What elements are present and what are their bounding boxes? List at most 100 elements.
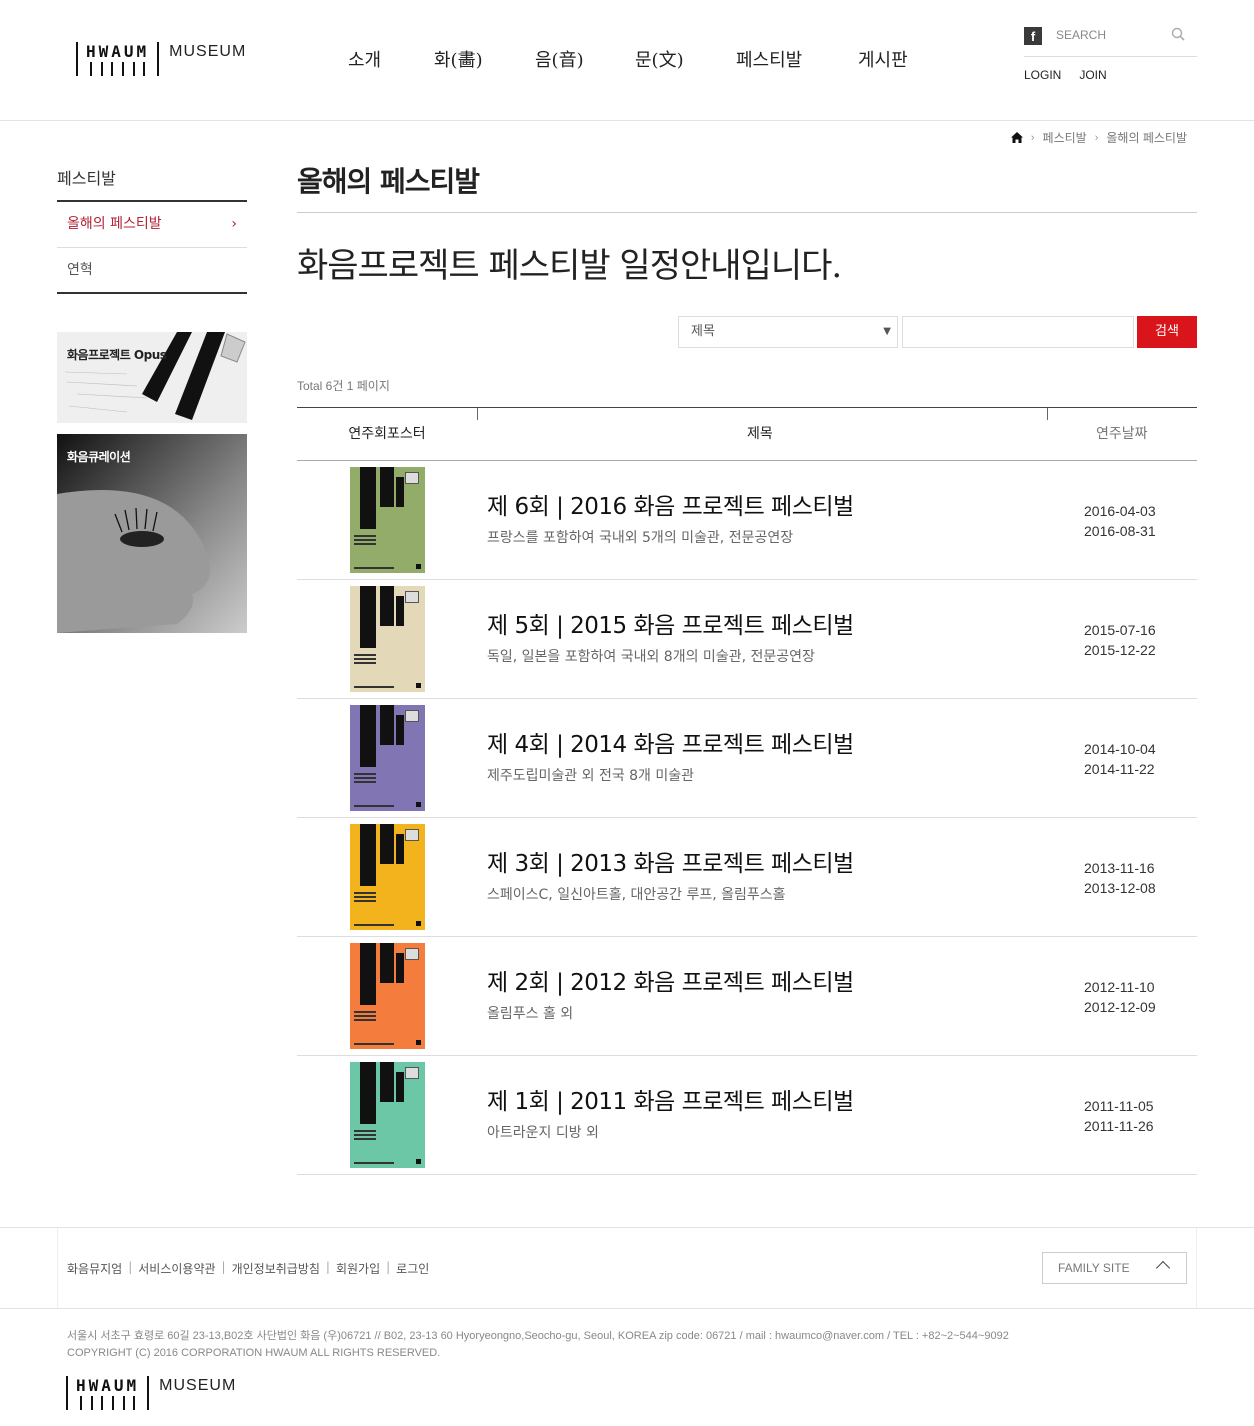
breadcrumb-item[interactable]: 페스티발: [1043, 129, 1087, 146]
page-title: 올해의 페스티발: [297, 165, 480, 198]
festival-poster[interactable]: [350, 824, 425, 930]
footer-link-museum[interactable]: 화음뮤지엄: [67, 1260, 122, 1277]
nav-item-festival[interactable]: 페스티발: [736, 46, 802, 72]
festival-title[interactable]: 제 2회 | 2012 화음 프로젝트 페스티벌: [487, 963, 854, 997]
festival-start-date: 2011-11-05: [1084, 1098, 1154, 1114]
festival-poster[interactable]: [350, 705, 425, 811]
logo-word: HWAUM: [86, 42, 150, 61]
festival-subtitle: 아트라운지 디방 외: [487, 1125, 599, 1141]
chevron-right-icon: ›: [1030, 131, 1035, 144]
sidebar-item-this-year-festival[interactable]: 올해의 페스티발 ›: [57, 202, 247, 247]
chevron-up-icon: [1155, 1260, 1171, 1276]
festival-poster[interactable]: [350, 943, 425, 1049]
festival-end-date: 2012-12-09: [1084, 999, 1156, 1015]
footer-links: 화음뮤지엄 | 서비스이용약관 | 개인정보취급방침 | 회원가입 | 로그인: [67, 1260, 430, 1277]
divider: [297, 212, 1197, 213]
festival-dates: 2011-11-05 2011-11-26: [1084, 1096, 1154, 1136]
site-header: HWAUM MUSEUM 소개 화(畵) 음(音) 문(文) 페스티발 게시판 …: [0, 0, 1254, 121]
festival-list: 제 6회 | 2016 화음 프로젝트 페스티벌프랑스를 포함하여 국내외 5개…: [297, 461, 1197, 1175]
site-logo[interactable]: HWAUM MUSEUM: [76, 42, 246, 78]
table-header: 연주회포스터 제목 연주날짜: [297, 407, 1197, 461]
festival-dates: 2016-04-03 2016-08-31: [1084, 501, 1156, 541]
festival-start-date: 2016-04-03: [1084, 503, 1156, 519]
footer-link-terms[interactable]: 서비스이용약관: [138, 1260, 215, 1277]
festival-title[interactable]: 제 6회 | 2016 화음 프로젝트 페스티벌: [487, 487, 854, 521]
festival-poster[interactable]: [350, 1062, 425, 1168]
footer-address: 서울시 서초구 효령로 60길 23-13,B02호 사단법인 화음 (우)06…: [67, 1330, 1009, 1342]
festival-title[interactable]: 제 5회 | 2015 화음 프로젝트 페스티벌: [487, 606, 854, 640]
festival-start-date: 2013-11-16: [1084, 860, 1155, 876]
breadcrumb: › 페스티발 › 올해의 페스티발: [1010, 129, 1187, 146]
search-button[interactable]: 검색: [1137, 316, 1197, 348]
table-row[interactable]: 제 3회 | 2013 화음 프로젝트 페스티벌스페이스C, 일신아트홀, 대안…: [297, 818, 1197, 937]
table-row[interactable]: 제 1회 | 2011 화음 프로젝트 페스티벌아트라운지 디방 외 2011-1…: [297, 1056, 1197, 1175]
festival-end-date: 2015-12-22: [1084, 642, 1156, 658]
festival-end-date: 2013-12-08: [1084, 880, 1156, 896]
festival-subtitle: 프랑스를 포함하여 국내외 5개의 미술관, 전문공연장: [487, 530, 794, 546]
banner-opus[interactable]: 화음프로젝트 Opus: [57, 332, 247, 423]
footer-logo: HWAUM MUSEUM: [66, 1376, 236, 1412]
festival-subtitle: 올림푸스 홀 외: [487, 1006, 574, 1022]
caret-down-icon: ▼: [883, 326, 891, 337]
festival-subtitle: 스페이스C, 일신아트홀, 대안공간 루프, 올림푸스홀: [487, 887, 786, 903]
logo-museum: MUSEUM: [169, 43, 247, 60]
festival-dates: 2015-07-16 2015-12-22: [1084, 620, 1156, 660]
festival-poster[interactable]: [350, 467, 425, 573]
footer-link-privacy[interactable]: 개인정보취급방침: [232, 1260, 320, 1277]
nav-item-mun[interactable]: 문(文): [635, 46, 684, 72]
nav-item-about[interactable]: 소개: [348, 46, 381, 72]
search-icon[interactable]: [1171, 27, 1185, 41]
footer-link-login[interactable]: 로그인: [396, 1260, 429, 1277]
login-link[interactable]: LOGIN: [1024, 68, 1061, 82]
festival-title[interactable]: 제 4회 | 2014 화음 프로젝트 페스티벌: [487, 725, 854, 759]
home-icon[interactable]: [1010, 132, 1023, 143]
festival-end-date: 2014-11-22: [1084, 761, 1155, 777]
search-keyword-input[interactable]: [902, 316, 1134, 348]
banner-curation-label: 화음큐레이션: [67, 450, 131, 464]
table-row[interactable]: 제 6회 | 2016 화음 프로젝트 페스티벌프랑스를 포함하여 국내외 5개…: [297, 461, 1197, 580]
sidebar-menu: 올해의 페스티발 › 연혁: [57, 200, 247, 294]
chevron-right-icon: ›: [231, 216, 237, 232]
column-header-poster: 연주회포스터: [348, 426, 426, 442]
table-row[interactable]: 제 5회 | 2015 화음 프로젝트 페스티벌독일, 일본을 포함하여 국내외…: [297, 580, 1197, 699]
footer-address-block: 서울시 서초구 효령로 60길 23-13,B02호 사단법인 화음 (우)06…: [67, 1328, 1009, 1362]
festival-start-date: 2014-10-04: [1084, 741, 1156, 757]
search-input[interactable]: SEARCH: [1056, 28, 1106, 42]
festival-dates: 2013-11-16 2013-12-08: [1084, 858, 1156, 898]
footer-logo-word: HWAUM: [76, 1376, 140, 1395]
search-field-select[interactable]: 제목 ▼: [678, 316, 898, 348]
nav-item-board[interactable]: 게시판: [858, 46, 908, 72]
column-header-title: 제목: [747, 426, 773, 442]
facebook-icon[interactable]: f: [1024, 27, 1042, 45]
festival-end-date: 2016-08-31: [1084, 523, 1156, 539]
footer-copyright: COPYRIGHT (C) 2016 CORPORATION HWAUM ALL…: [67, 1347, 441, 1359]
table-row[interactable]: 제 2회 | 2012 화음 프로젝트 페스티벌올림푸스 홀 외 2012-11-…: [297, 937, 1197, 1056]
festival-start-date: 2015-07-16: [1084, 622, 1156, 638]
sidebar-item-history[interactable]: 연혁: [57, 247, 247, 292]
banner-curation[interactable]: 화음큐레이션: [57, 434, 247, 633]
sidebar-title: 페스티발: [57, 169, 116, 188]
chevron-right-icon: ›: [1094, 131, 1099, 144]
festival-end-date: 2011-11-26: [1084, 1118, 1154, 1134]
page-lead: 화음프로젝트 페스티발 일정안내입니다.: [297, 246, 842, 286]
nav-item-eum[interactable]: 음(音): [535, 46, 584, 72]
join-link[interactable]: JOIN: [1079, 68, 1106, 82]
footer-logo-museum: MUSEUM: [159, 1377, 237, 1394]
festival-start-date: 2012-11-10: [1084, 979, 1155, 995]
site-footer: 화음뮤지엄 | 서비스이용약관 | 개인정보취급방침 | 회원가입 | 로그인 FAMI…: [0, 1227, 1254, 1309]
festival-dates: 2014-10-04 2014-11-22: [1084, 739, 1156, 779]
festival-subtitle: 제주도립미술관 외 전국 8개 미술관: [487, 768, 695, 784]
festival-subtitle: 독일, 일본을 포함하여 국내외 8개의 미술관, 전문공연장: [487, 649, 815, 665]
festival-dates: 2012-11-10 2012-12-09: [1084, 977, 1156, 1017]
column-header-date: 연주날짜: [1096, 426, 1148, 442]
footer-link-signup[interactable]: 회원가입: [336, 1260, 380, 1277]
festival-title[interactable]: 제 3회 | 2013 화음 프로젝트 페스티벌: [487, 844, 854, 878]
table-row[interactable]: 제 4회 | 2014 화음 프로젝트 페스티벌제주도립미술관 외 전국 8개 …: [297, 699, 1197, 818]
festival-poster[interactable]: [350, 586, 425, 692]
total-count: Total 6건 1 페이지: [297, 379, 390, 393]
family-site-select[interactable]: FAMILY SITE: [1042, 1252, 1187, 1284]
festival-title[interactable]: 제 1회 | 2011 화음 프로젝트 페스티벌: [487, 1082, 854, 1116]
nav-item-hwa[interactable]: 화(畵): [434, 46, 483, 72]
breadcrumb-item[interactable]: 올해의 페스티발: [1106, 129, 1187, 146]
banner-opus-label: 화음프로젝트 Opus: [67, 348, 167, 362]
